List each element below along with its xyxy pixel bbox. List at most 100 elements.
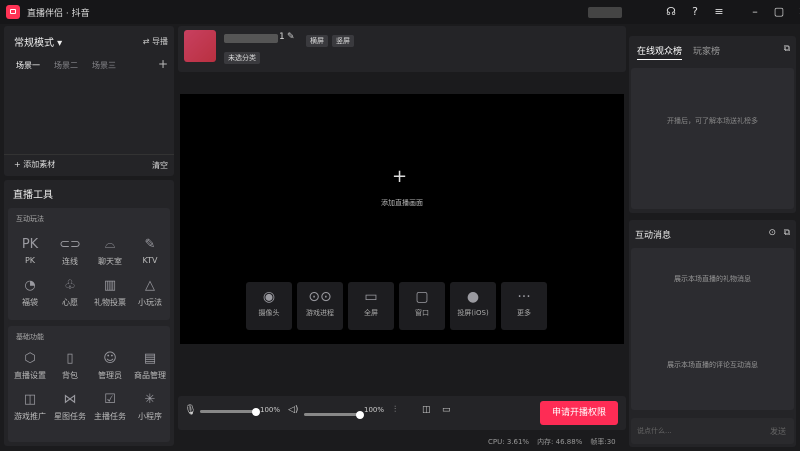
headset-icon[interactable]: ☊ [664, 5, 678, 19]
messages-panel: 互动消息 ⊙ ⧉ 展示本场直播的礼物消息 展示本场直播的评论互动消息 说点什么.… [629, 220, 796, 447]
tools-panel: 直播工具 互动玩法 PK PK ⊂⊃ 连线 ⌓ 聊天室 ✎ KTV ◔ 福袋 ♧ 心愿 ▥ 礼物投票 △ 小玩… [4, 180, 174, 446]
source-apple[interactable]: ● 投屏(iOS) [450, 282, 496, 330]
app-title: 直播伴侣 · 抖音 [27, 9, 90, 19]
interactive-mic[interactable]: ✎ KTV [130, 236, 170, 267]
avatar[interactable] [184, 30, 216, 62]
record-icon[interactable]: ▭ [442, 405, 451, 415]
scene-tab-3[interactable]: 场景三 [92, 60, 116, 71]
basic-backpack[interactable]: ▯ 背包 [50, 350, 90, 381]
source-monitor[interactable]: ▭ 全屏 [348, 282, 394, 330]
menu-icon[interactable]: ≡ [712, 5, 726, 19]
source-label: 更多 [517, 309, 531, 317]
comment-input[interactable]: 说点什么... 发送 [631, 418, 794, 444]
mic-icon: ✎ [144, 237, 156, 252]
divider [4, 154, 174, 155]
mode-selector[interactable]: 常规模式 ▾ [14, 34, 62, 49]
gift-messages-hint: 展示本场直播的礼物消息 [674, 275, 751, 283]
basic-mini-program[interactable]: ✳ 小程序 [130, 391, 170, 422]
category-selector[interactable]: 未选分类 [224, 52, 260, 64]
add-scene-icon[interactable]: + [158, 57, 168, 71]
source-label: 投屏(iOS) [457, 309, 489, 317]
basic-shop[interactable]: ▤ 商品管理 [130, 350, 170, 381]
interactive-chatroom[interactable]: ⌓ 聊天室 [90, 236, 130, 267]
comment-messages-hint: 展示本场直播的评论互动消息 [667, 361, 758, 369]
source-label: 摄像头 [258, 309, 280, 317]
tab-fan-rank[interactable]: 玩家榜 [693, 44, 720, 57]
basic-title: 基础功能 [16, 333, 44, 341]
settings-icon: ⬡ [24, 351, 36, 366]
mixer-icon[interactable]: ⫶ [394, 405, 396, 415]
source-window[interactable]: ▢ 窗口 [399, 282, 445, 330]
audience-list: 开播后，可了解本场送礼榜多 [631, 68, 794, 209]
shop-icon: ▤ [143, 351, 157, 366]
close-icon[interactable]: ✕ [796, 5, 800, 19]
interactive-link[interactable]: ⊂⊃ 连线 [50, 236, 90, 267]
audience-panel: 在线观众榜 玩家榜 ⧉ 开播后，可了解本场送礼榜多 [629, 36, 796, 213]
source-camera[interactable]: ◉ 摄像头 [246, 282, 292, 330]
send-button[interactable]: 发送 [770, 426, 786, 437]
preview-canvas[interactable]: + 添加直播画面 ◉ 摄像头 ⊙⊙ 游戏进程 ▭ 全屏 ▢ 窗口 ● 投屏(iOS) ··· 更多 [180, 94, 624, 344]
interactive-title: 互动玩法 [16, 215, 44, 223]
interactive-label: 礼物投票 [94, 298, 126, 307]
microphone-icon[interactable]: 🎙 [184, 405, 197, 416]
interactive-section: 互动玩法 PK PK ⊂⊃ 连线 ⌓ 聊天室 ✎ KTV ◔ 福袋 ♧ 心愿 ▥ 礼物投票 △ 小玩法 [8, 208, 170, 320]
interactive-mini-game[interactable]: △ 小玩法 [130, 277, 170, 308]
tab-online-audience[interactable]: 在线观众榜 [637, 44, 683, 60]
pk-icon: PK [21, 237, 39, 252]
speaker-volume-slider[interactable] [304, 410, 364, 419]
minimize-icon[interactable]: – [748, 5, 762, 19]
start-broadcast-button[interactable]: 申请开播权限 [540, 401, 618, 425]
frame-rate: 帧率:30 [590, 438, 616, 446]
basic-label: 游戏推广 [14, 412, 46, 421]
help-icon[interactable]: ? [688, 5, 702, 19]
source-label: 游戏进程 [306, 309, 334, 317]
basic-settings[interactable]: ⬡ 直播设置 [10, 350, 50, 381]
interactive-label: 聊天室 [98, 257, 122, 266]
basic-label: 背包 [62, 371, 78, 380]
basic-admin[interactable]: ☺ 管理员 [90, 350, 130, 381]
cpu-usage: CPU: 3.61% [488, 438, 530, 446]
memory-usage: 内存: 46.88% [537, 438, 583, 446]
basic-gamepad[interactable]: ◫ 游戏推广 [10, 391, 50, 422]
basic-label: 小程序 [138, 412, 162, 421]
speaker-icon[interactable]: ◁) [288, 405, 298, 415]
user-avatar-blurred[interactable] [588, 7, 622, 18]
source-game-process[interactable]: ⊙⊙ 游戏进程 [297, 282, 343, 330]
add-screen-icon[interactable]: + [392, 166, 407, 187]
interactive-wish[interactable]: ♧ 心愿 [50, 277, 90, 308]
landscape-toggle[interactable]: 横屏 [306, 35, 328, 47]
popout-icon[interactable]: ⧉ [784, 228, 790, 238]
interactive-label: 福袋 [22, 298, 38, 307]
comment-input-placeholder: 说点什么... [637, 427, 672, 435]
admin-icon: ☺ [103, 351, 117, 366]
username-suffix: 1 [279, 32, 285, 42]
portrait-toggle[interactable]: 竖屏 [332, 35, 354, 47]
popout-icon[interactable]: ⧉ [784, 44, 790, 54]
wish-icon: ♧ [64, 278, 76, 293]
mic-volume-slider[interactable] [200, 407, 260, 416]
import-button[interactable]: ⇄ 导播 [143, 36, 168, 47]
backpack-icon: ▯ [66, 351, 74, 366]
star-task-icon: ⋈ [63, 392, 77, 407]
maximize-icon[interactable]: ▢ [772, 5, 786, 19]
basic-star-task[interactable]: ⋈ 星图任务 [50, 391, 90, 422]
interactive-lucky-bag[interactable]: ◔ 福袋 [10, 277, 50, 308]
basic-task[interactable]: ☑ 主播任务 [90, 391, 130, 422]
interactive-gift-vote[interactable]: ▥ 礼物投票 [90, 277, 130, 308]
basic-label: 直播设置 [14, 371, 46, 380]
add-material-button[interactable]: + 添加素材 [14, 159, 55, 170]
interactive-label: 连线 [62, 257, 78, 266]
interactive-pk[interactable]: PK PK [10, 236, 50, 267]
edit-icon[interactable]: ✎ [287, 32, 295, 42]
settings-icon[interactable]: ⊙ [768, 228, 776, 238]
scene-tab-2[interactable]: 场景二 [54, 60, 78, 71]
scene-tab-1[interactable]: 场景一 [16, 60, 40, 71]
clear-button[interactable]: 清空 [152, 160, 168, 171]
source-more[interactable]: ··· 更多 [501, 282, 547, 330]
mirror-icon[interactable]: ◫ [422, 405, 431, 415]
messages-title: 互动消息 [635, 231, 672, 241]
more-icon: ··· [517, 289, 531, 305]
title-bar: 直播伴侣 · 抖音 ☊ ? ≡ – ▢ ✕ [0, 0, 800, 24]
interactive-label: KTV [142, 256, 158, 265]
gift-vote-icon: ▥ [103, 278, 117, 293]
